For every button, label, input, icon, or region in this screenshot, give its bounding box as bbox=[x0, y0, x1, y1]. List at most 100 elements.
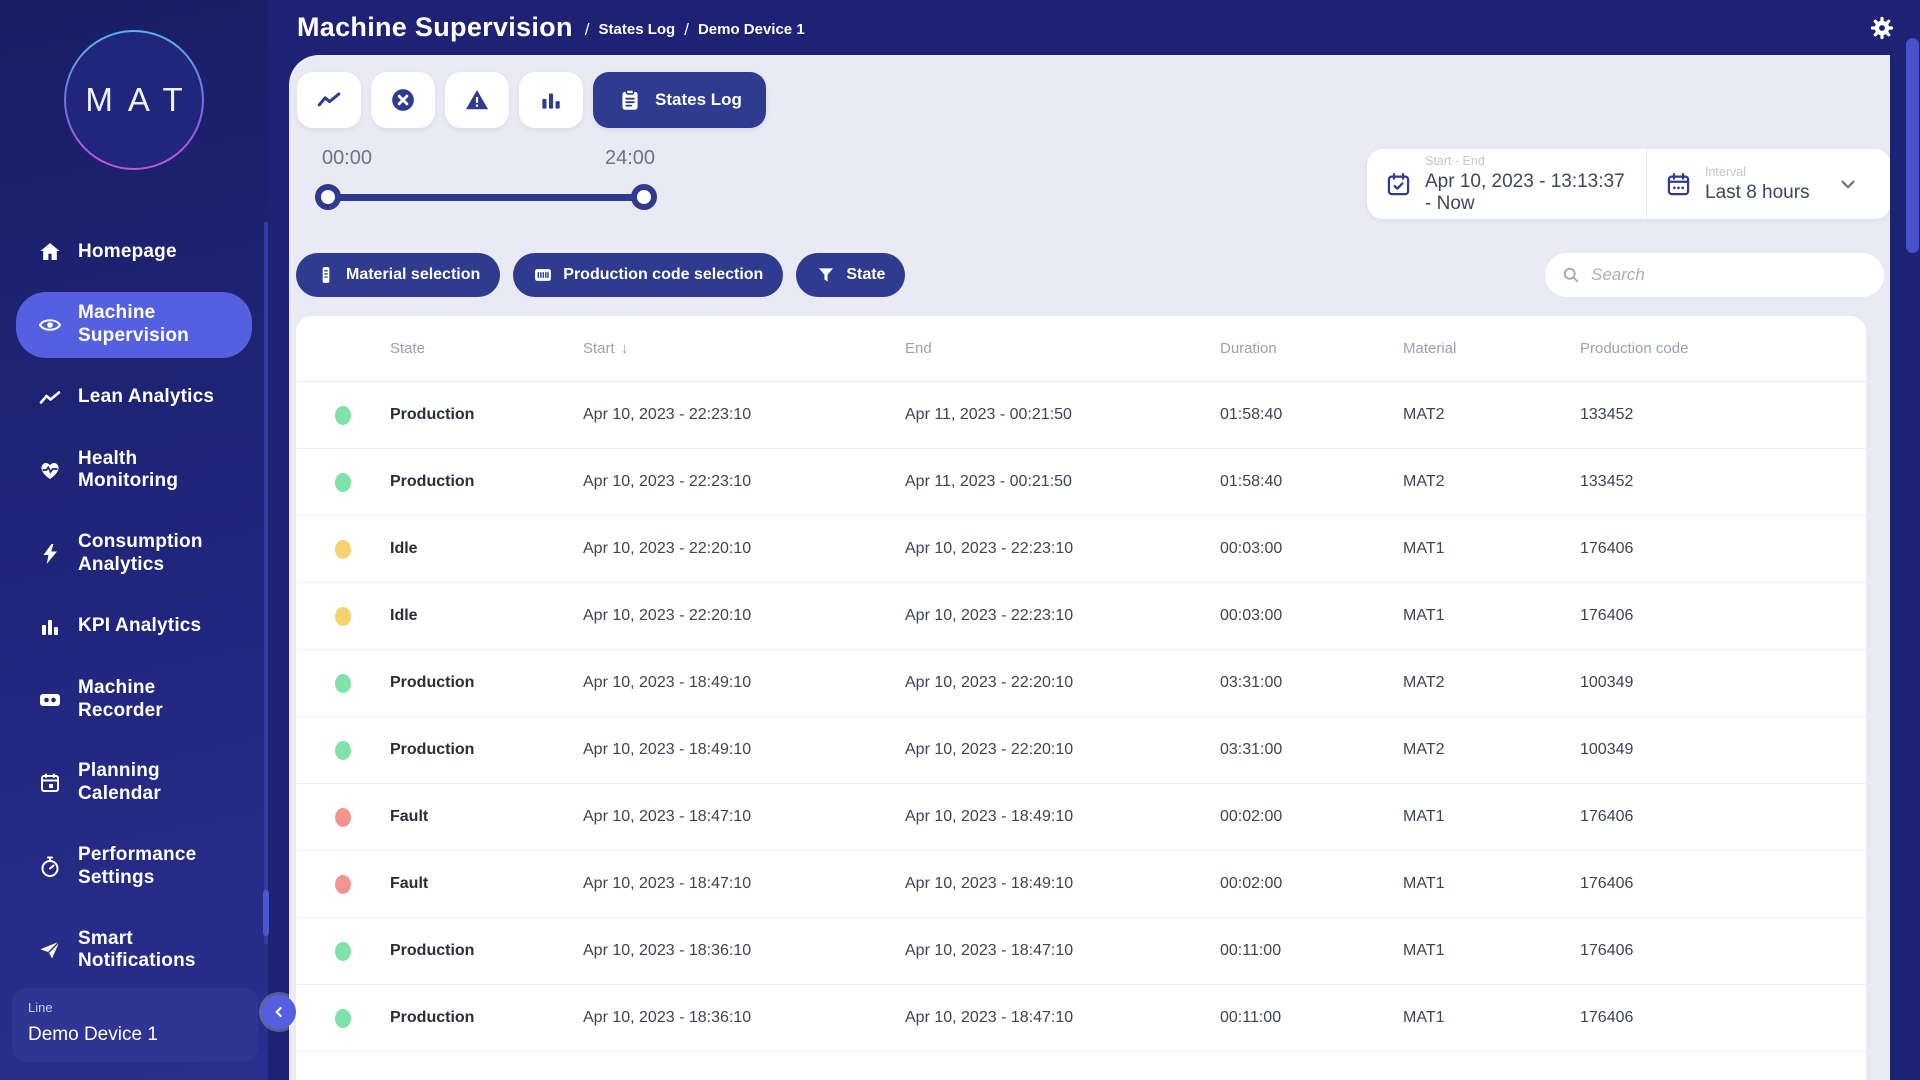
tab-trends[interactable] bbox=[297, 72, 361, 128]
sidebar-item-machine-recorder[interactable]: Machine Recorder bbox=[16, 667, 252, 733]
sidebar-item-label: KPI Analytics bbox=[78, 615, 201, 638]
eye-icon bbox=[38, 313, 62, 337]
end-cell: Apr 10, 2023 - 18:47:10 bbox=[905, 942, 1220, 960]
search-box bbox=[1545, 253, 1884, 297]
col-state[interactable]: State bbox=[390, 340, 583, 357]
sidebar-item-performance-settings[interactable]: Performance Settings bbox=[16, 834, 252, 900]
table-row[interactable]: Idle Apr 10, 2023 - 22:20:10 Apr 10, 202… bbox=[296, 516, 1866, 583]
table-row[interactable]: Production Apr 10, 2023 - 18:49:10 Apr 1… bbox=[296, 650, 1866, 717]
chevron-down-icon bbox=[1837, 173, 1859, 195]
sidebar-item-consumption-analytics[interactable]: Consumption Analytics bbox=[16, 521, 252, 587]
sidebar-nav: Homepage Machine Supervision Lean Analyt… bbox=[0, 230, 268, 1045]
start-cell: Apr 10, 2023 - 18:47:10 bbox=[583, 808, 905, 826]
breadcrumb-separator: / bbox=[585, 20, 590, 40]
sidebar-scrollbar-thumb[interactable] bbox=[263, 890, 269, 936]
table-row[interactable]: Production Apr 10, 2023 - 22:23:10 Apr 1… bbox=[296, 449, 1866, 516]
tab-errors[interactable] bbox=[371, 72, 435, 128]
interval-value: Last 8 hours bbox=[1705, 182, 1810, 204]
end-cell: Apr 11, 2023 - 00:21:50 bbox=[905, 406, 1220, 424]
start-cell: Apr 10, 2023 - 22:23:10 bbox=[583, 473, 905, 491]
material-cell: MAT2 bbox=[1403, 741, 1580, 759]
heart-pulse-icon bbox=[38, 458, 62, 482]
logo-circle: MAT bbox=[64, 30, 204, 170]
sidebar-scrollbar[interactable] bbox=[264, 222, 268, 944]
material-cell: MAT2 bbox=[1403, 406, 1580, 424]
state-cell: Production bbox=[390, 674, 583, 692]
breadcrumb-states-log[interactable]: States Log bbox=[599, 21, 676, 38]
sidebar-item-lean-analytics[interactable]: Lean Analytics bbox=[16, 376, 252, 420]
slider-handle-end[interactable] bbox=[631, 184, 657, 210]
device-selector[interactable]: Line Demo Device 1 bbox=[12, 988, 258, 1062]
col-start[interactable]: Start↓ bbox=[583, 340, 905, 357]
device-selector-label: Line bbox=[28, 1000, 242, 1015]
sidebar-item-label: Machine Supervision bbox=[78, 302, 238, 348]
breadcrumb-device[interactable]: Demo Device 1 bbox=[698, 21, 805, 38]
start-end-picker[interactable]: Start - End Apr 10, 2023 - 13:13:37 - No… bbox=[1367, 149, 1647, 219]
duration-cell: 00:02:00 bbox=[1220, 875, 1403, 893]
col-end[interactable]: End bbox=[905, 340, 1220, 357]
table-row[interactable]: Production Apr 10, 2023 - 22:23:10 Apr 1… bbox=[296, 382, 1866, 449]
production-code-cell: 100349 bbox=[1580, 674, 1866, 692]
state-cell: Production bbox=[390, 1009, 583, 1027]
time-range-slider[interactable] bbox=[328, 194, 644, 201]
sidebar-collapse-button[interactable] bbox=[262, 995, 296, 1029]
logo-text: MAT bbox=[70, 81, 197, 119]
end-cell: Apr 11, 2023 - 00:21:50 bbox=[905, 473, 1220, 491]
state-cell: Production bbox=[390, 741, 583, 759]
state-cell: Fault bbox=[390, 808, 583, 826]
col-material[interactable]: Material bbox=[1403, 340, 1580, 357]
table-row[interactable]: Production Apr 10, 2023 - 18:49:10 Apr 1… bbox=[296, 717, 1866, 784]
calendar-dots-icon bbox=[1665, 171, 1692, 198]
page-title: Machine Supervision bbox=[297, 12, 573, 43]
datetime-card: Start - End Apr 10, 2023 - 13:13:37 - No… bbox=[1367, 149, 1890, 219]
device-selector-value: Demo Device 1 bbox=[28, 1024, 242, 1046]
state-dot bbox=[335, 875, 351, 894]
duration-cell: 00:11:00 bbox=[1220, 942, 1403, 960]
table-row[interactable]: Fault Apr 10, 2023 - 18:47:10 Apr 10, 20… bbox=[296, 851, 1866, 918]
col-production-code[interactable]: Production code bbox=[1580, 340, 1866, 357]
slider-handle-start[interactable] bbox=[315, 184, 341, 210]
sidebar-item-machine-supervision[interactable]: Machine Supervision bbox=[16, 292, 252, 358]
state-cell: Idle bbox=[390, 607, 583, 625]
slider-start-label: 00:00 bbox=[322, 147, 372, 170]
search-input[interactable] bbox=[1591, 265, 1868, 285]
state-dot bbox=[335, 1009, 351, 1028]
sidebar-item-label: Performance Settings bbox=[78, 844, 238, 890]
interval-picker[interactable]: Interval Last 8 hours bbox=[1647, 149, 1877, 219]
settings-gear-button[interactable] bbox=[1868, 14, 1896, 42]
material-selection-label: Material selection bbox=[346, 266, 480, 284]
tab-states-log[interactable]: States Log bbox=[593, 72, 766, 128]
material-cell: MAT1 bbox=[1403, 808, 1580, 826]
start-end-value: Apr 10, 2023 - 13:13:37 - Now bbox=[1425, 171, 1628, 215]
state-filter-button[interactable]: State bbox=[796, 253, 905, 297]
start-cell: Apr 10, 2023 - 18:36:10 bbox=[583, 1009, 905, 1027]
col-duration[interactable]: Duration bbox=[1220, 340, 1403, 357]
sidebar-item-smart-notifications[interactable]: Smart Notifications bbox=[16, 918, 252, 984]
sidebar-item-planning-calendar[interactable]: Planning Calendar bbox=[16, 750, 252, 816]
page-scrollbar-thumb[interactable] bbox=[1906, 38, 1919, 253]
table-row[interactable]: Production Apr 10, 2023 - 18:36:10 Apr 1… bbox=[296, 918, 1866, 985]
production-code-cell: 133452 bbox=[1580, 406, 1866, 424]
table-row[interactable]: Idle Apr 10, 2023 - 22:20:10 Apr 10, 202… bbox=[296, 583, 1866, 650]
production-code-cell: 176406 bbox=[1580, 1009, 1866, 1027]
start-cell: Apr 10, 2023 - 22:20:10 bbox=[583, 540, 905, 558]
duration-cell: 01:58:40 bbox=[1220, 406, 1403, 424]
state-cell: Fault bbox=[390, 875, 583, 893]
sidebar-item-kpi-analytics[interactable]: KPI Analytics bbox=[16, 605, 252, 649]
end-cell: Apr 10, 2023 - 22:23:10 bbox=[905, 540, 1220, 558]
tab-warnings[interactable] bbox=[445, 72, 509, 128]
sidebar-item-health-monitoring[interactable]: Health Monitoring bbox=[16, 438, 252, 504]
table-row[interactable]: Production Apr 10, 2023 - 18:36:10 Apr 1… bbox=[296, 985, 1866, 1052]
state-dot bbox=[335, 473, 351, 492]
sidebar-item-homepage[interactable]: Homepage bbox=[16, 230, 252, 274]
table-row[interactable]: Fault Apr 10, 2023 - 18:47:10 Apr 10, 20… bbox=[296, 784, 1866, 851]
material-selection-button[interactable]: Material selection bbox=[296, 253, 500, 297]
trend-icon bbox=[316, 87, 342, 113]
home-icon bbox=[38, 240, 62, 264]
circle-x-icon bbox=[390, 87, 416, 113]
end-cell: Apr 10, 2023 - 22:23:10 bbox=[905, 607, 1220, 625]
production-code-selection-button[interactable]: Production code selection bbox=[513, 253, 783, 297]
tab-bar-stats[interactable] bbox=[519, 72, 583, 128]
end-cell: Apr 10, 2023 - 22:20:10 bbox=[905, 741, 1220, 759]
filters-row: Material selection Production code selec… bbox=[296, 253, 905, 297]
